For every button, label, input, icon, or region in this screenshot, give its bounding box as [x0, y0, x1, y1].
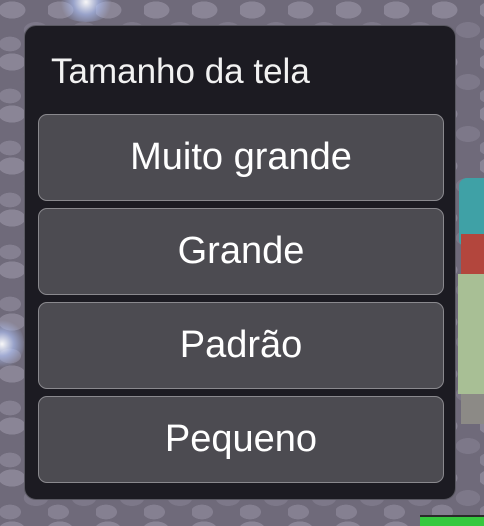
character-legs	[461, 394, 484, 424]
character-body	[458, 274, 484, 394]
light-glow	[0, 318, 24, 370]
option-default-button[interactable]: Padrão	[38, 302, 444, 389]
option-label: Pequeno	[164, 418, 318, 460]
health-bar	[420, 515, 484, 526]
option-very-large-button[interactable]: Muito grande	[38, 114, 444, 201]
light-glow	[56, 0, 116, 22]
option-large-button[interactable]: Grande	[38, 208, 444, 295]
option-label: Muito grande	[130, 136, 352, 178]
character-face	[461, 234, 484, 274]
screen-size-dialog: Tamanho da tela Muito grande Grande Padr…	[24, 25, 456, 500]
option-small-button[interactable]: Pequeno	[38, 396, 444, 483]
option-label: Padrão	[179, 324, 303, 366]
option-label: Grande	[177, 230, 305, 272]
dialog-title: Tamanho da tela	[51, 52, 310, 91]
game-character-sprite	[455, 178, 484, 424]
